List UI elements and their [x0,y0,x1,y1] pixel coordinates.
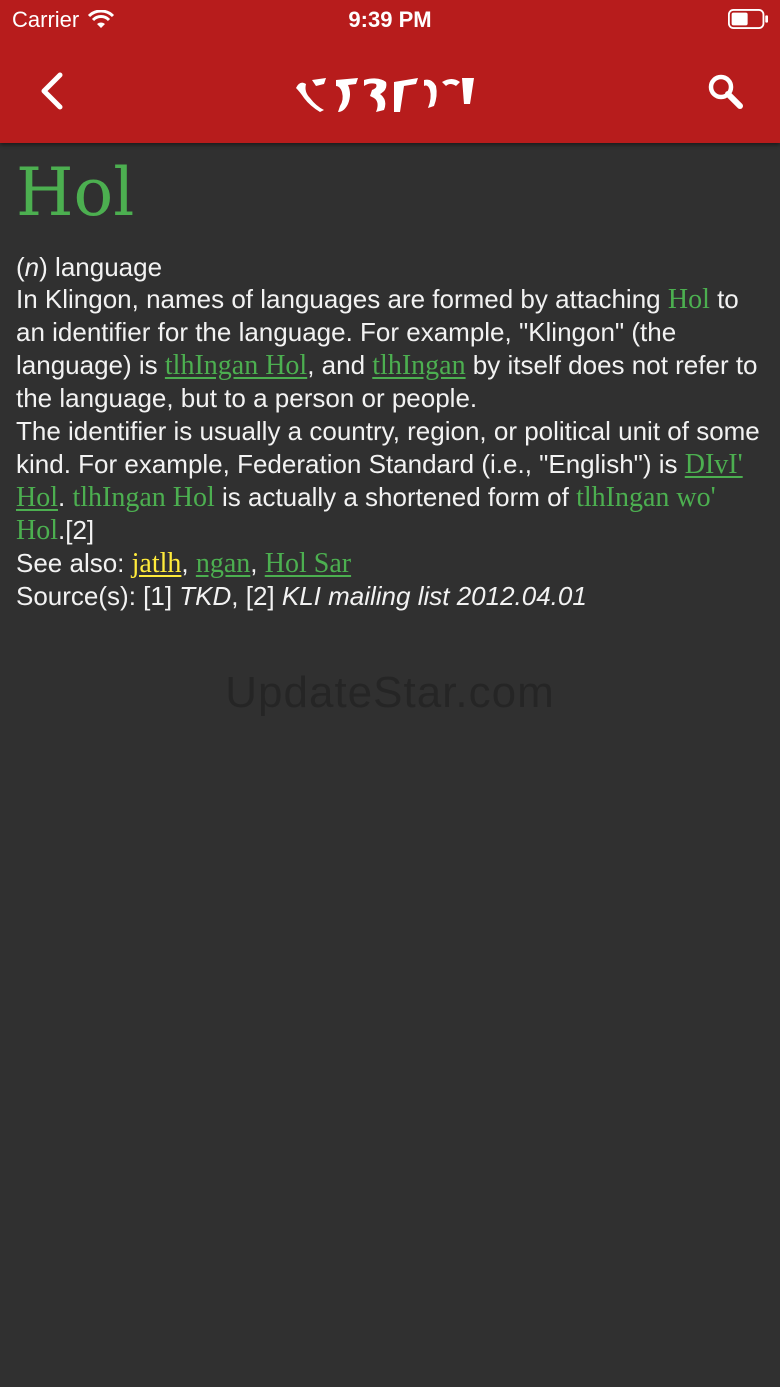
see-also-link-ngan[interactable]: ngan [196,548,250,579]
sources-label: Source(s): [1] [16,581,180,611]
see-also-link-jatlh[interactable]: jatlh [132,548,182,579]
klingon-logo [296,78,474,112]
part-of-speech-line: (n) language [16,251,768,283]
navigation-bar [0,40,780,143]
battery-icon [728,9,768,29]
text: . [58,482,73,512]
source-2: KLI mailing list 2012.04.01 [281,581,587,611]
notes-paragraph-1: In Klingon, names of languages are forme… [16,283,768,415]
app-header: Carrier 9:39 PM [0,0,780,143]
chevron-left-icon [41,72,63,110]
text: .[2] [58,515,95,545]
text: The identifier is usually a country, reg… [16,416,760,479]
watermark: UpdateStar.com [225,668,555,717]
text: In Klingon, names of languages are forme… [16,284,668,314]
notes-paragraph-2: The identifier is usually a country, reg… [16,415,768,547]
status-bar: Carrier 9:39 PM [0,0,780,40]
definition: language [47,252,163,282]
search-icon [708,74,743,109]
search-button[interactable] [700,68,752,114]
status-time: 9:39 PM [348,7,432,32]
separator: , [2] [231,581,282,611]
text: is actually a shortened form of [214,482,577,512]
sources-line: Source(s): [1] TKD, [2] KLI mailing list… [16,580,768,613]
klingon-link-tlhingan-hol[interactable]: tlhIngan Hol [165,350,307,381]
back-button[interactable] [28,68,78,114]
pos-open: ( [16,252,25,282]
pos-close: ) [39,252,48,282]
klingon-term: Hol [667,284,710,315]
entry-title: Hol [16,154,135,231]
separator: , [181,548,196,578]
entry-content: Hol (n) language In Klingon, names of la… [16,143,768,613]
separator: , [250,548,265,578]
source-1: TKD [179,581,232,611]
see-also-line: See also: jatlh, ngan, Hol Sar [16,547,768,580]
klingon-term: tlhIngan Hol [72,482,215,513]
text: , and [307,350,373,380]
klingon-link-tlhingan[interactable]: tlhIngan [372,350,465,381]
see-also-label: See also: [16,548,132,578]
see-also-link-hol-sar[interactable]: Hol Sar [265,548,351,579]
part-of-speech: n [24,252,40,282]
